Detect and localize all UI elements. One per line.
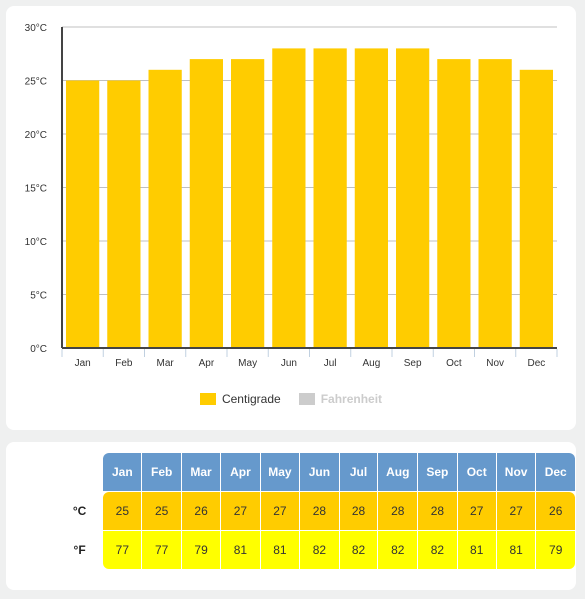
table-cell: 79: [536, 531, 575, 569]
chart-legend: Centigrade Fahrenheit: [6, 392, 576, 406]
x-tick-label: Apr: [199, 358, 215, 369]
table-cell: 82: [300, 531, 339, 569]
bar-apr[interactable]: [189, 59, 223, 348]
header-mar: Mar: [181, 453, 221, 491]
legend-swatch-fahrenheit: [298, 393, 315, 405]
x-tick-label: Nov: [486, 358, 504, 369]
bar-sep[interactable]: [396, 48, 430, 349]
x-tick-label: Mar: [157, 358, 175, 369]
x-tick-label: Feb: [115, 358, 133, 369]
x-tick-label: Jul: [324, 358, 337, 369]
table-cell: 77: [142, 531, 181, 569]
table-cell: 28: [339, 492, 378, 530]
row-label: °F: [73, 543, 86, 557]
table-cell: 27: [221, 492, 260, 530]
table-cell: 27: [457, 492, 496, 530]
x-tick-label: Aug: [362, 358, 380, 369]
header-sep: Sep: [418, 453, 457, 491]
legend-item-centigrade[interactable]: Centigrade: [199, 392, 281, 406]
y-tick-label: 15°C: [25, 184, 47, 195]
header-jun: Jun: [300, 453, 339, 491]
table-cell: 81: [457, 531, 496, 569]
x-tick-label: May: [238, 358, 257, 369]
bar-oct[interactable]: [437, 59, 471, 348]
y-tick-label: 10°C: [25, 237, 47, 248]
y-tick-label: 5°C: [30, 291, 47, 302]
x-tick-label: Dec: [527, 358, 545, 369]
y-tick-label: 20°C: [25, 130, 47, 141]
temperature-bar-chart: 0°C 5°C 10°C 15°C 20°C 25°C 30°C Jan Feb Mar Apr Ma…: [25, 23, 558, 369]
table-cell: 81: [260, 531, 300, 569]
bar-mar[interactable]: [148, 69, 182, 349]
x-tick-label: Jan: [75, 358, 91, 369]
row-label: °C: [72, 504, 87, 518]
x-tick-label: Sep: [404, 358, 422, 369]
bar-jun[interactable]: [272, 48, 306, 349]
header-aug: Aug: [378, 453, 418, 491]
legend-item-fahrenheit[interactable]: Fahrenheit: [298, 392, 383, 406]
table-cell: 26: [181, 492, 221, 530]
y-tick-label: 0°C: [30, 344, 47, 355]
header-oct: Oct: [457, 453, 496, 491]
x-tick-label: Oct: [446, 358, 462, 369]
bar-may[interactable]: [231, 59, 265, 348]
table-cell: 27: [496, 492, 536, 530]
table-cell: 77: [103, 531, 142, 569]
y-tick-label: 25°C: [25, 77, 47, 88]
x-tick-label: Jun: [281, 358, 297, 369]
bar-jan[interactable]: [66, 80, 100, 349]
table-cell: 26: [536, 492, 575, 530]
header-apr: Apr: [221, 453, 260, 491]
header-corner: [57, 453, 102, 491]
table-cell: 27: [260, 492, 300, 530]
table-cell: 25: [142, 492, 181, 530]
header-jan: Jan: [103, 453, 142, 491]
y-tick-label: 30°C: [25, 23, 47, 34]
table-cell: 81: [496, 531, 536, 569]
table-cell: 81: [221, 531, 260, 569]
climate-table: Jan Feb Mar Apr May Jun Jul Aug Sep Oct Nov Dec °C 2…: [56, 452, 576, 570]
table-cell: 79: [181, 531, 221, 569]
celsius-row: °C 25 25 26 27 27 28 28 28 28 27 27 26: [57, 492, 575, 530]
header-may: May: [260, 453, 300, 491]
table-cell: 82: [378, 531, 418, 569]
table-cell: 82: [418, 531, 457, 569]
bar-dec[interactable]: [519, 69, 553, 349]
bar-nov[interactable]: [478, 59, 512, 348]
fahrenheit-row: °F 77 77 79 81 81 82 82 82 82 81 81 79: [57, 531, 575, 569]
header-dec: Dec: [536, 453, 575, 491]
legend-swatch-centigrade: [199, 393, 216, 405]
bar-aug[interactable]: [354, 48, 388, 349]
table-cell: 28: [418, 492, 457, 530]
table-cell: 82: [339, 531, 378, 569]
table-cell: 28: [300, 492, 339, 530]
header-nov: Nov: [496, 453, 536, 491]
table-cell: 25: [103, 492, 142, 530]
climate-table-card: Jan Feb Mar Apr May Jun Jul Aug Sep Oct Nov Dec °C 2…: [6, 442, 576, 590]
bar-jul[interactable]: [313, 48, 347, 349]
header-jul: Jul: [339, 453, 378, 491]
chart-card: 0°C 5°C 10°C 15°C 20°C 25°C 30°C Jan Feb Mar Apr Ma…: [6, 6, 576, 430]
legend-label-fahrenheit: Fahrenheit: [320, 392, 383, 406]
header-feb: Feb: [142, 453, 181, 491]
bar-feb[interactable]: [107, 80, 141, 349]
table-cell: 28: [378, 492, 418, 530]
legend-label-centigrade: Centigrade: [221, 392, 281, 406]
table-header-row: Jan Feb Mar Apr May Jun Jul Aug Sep Oct Nov Dec: [57, 453, 575, 491]
